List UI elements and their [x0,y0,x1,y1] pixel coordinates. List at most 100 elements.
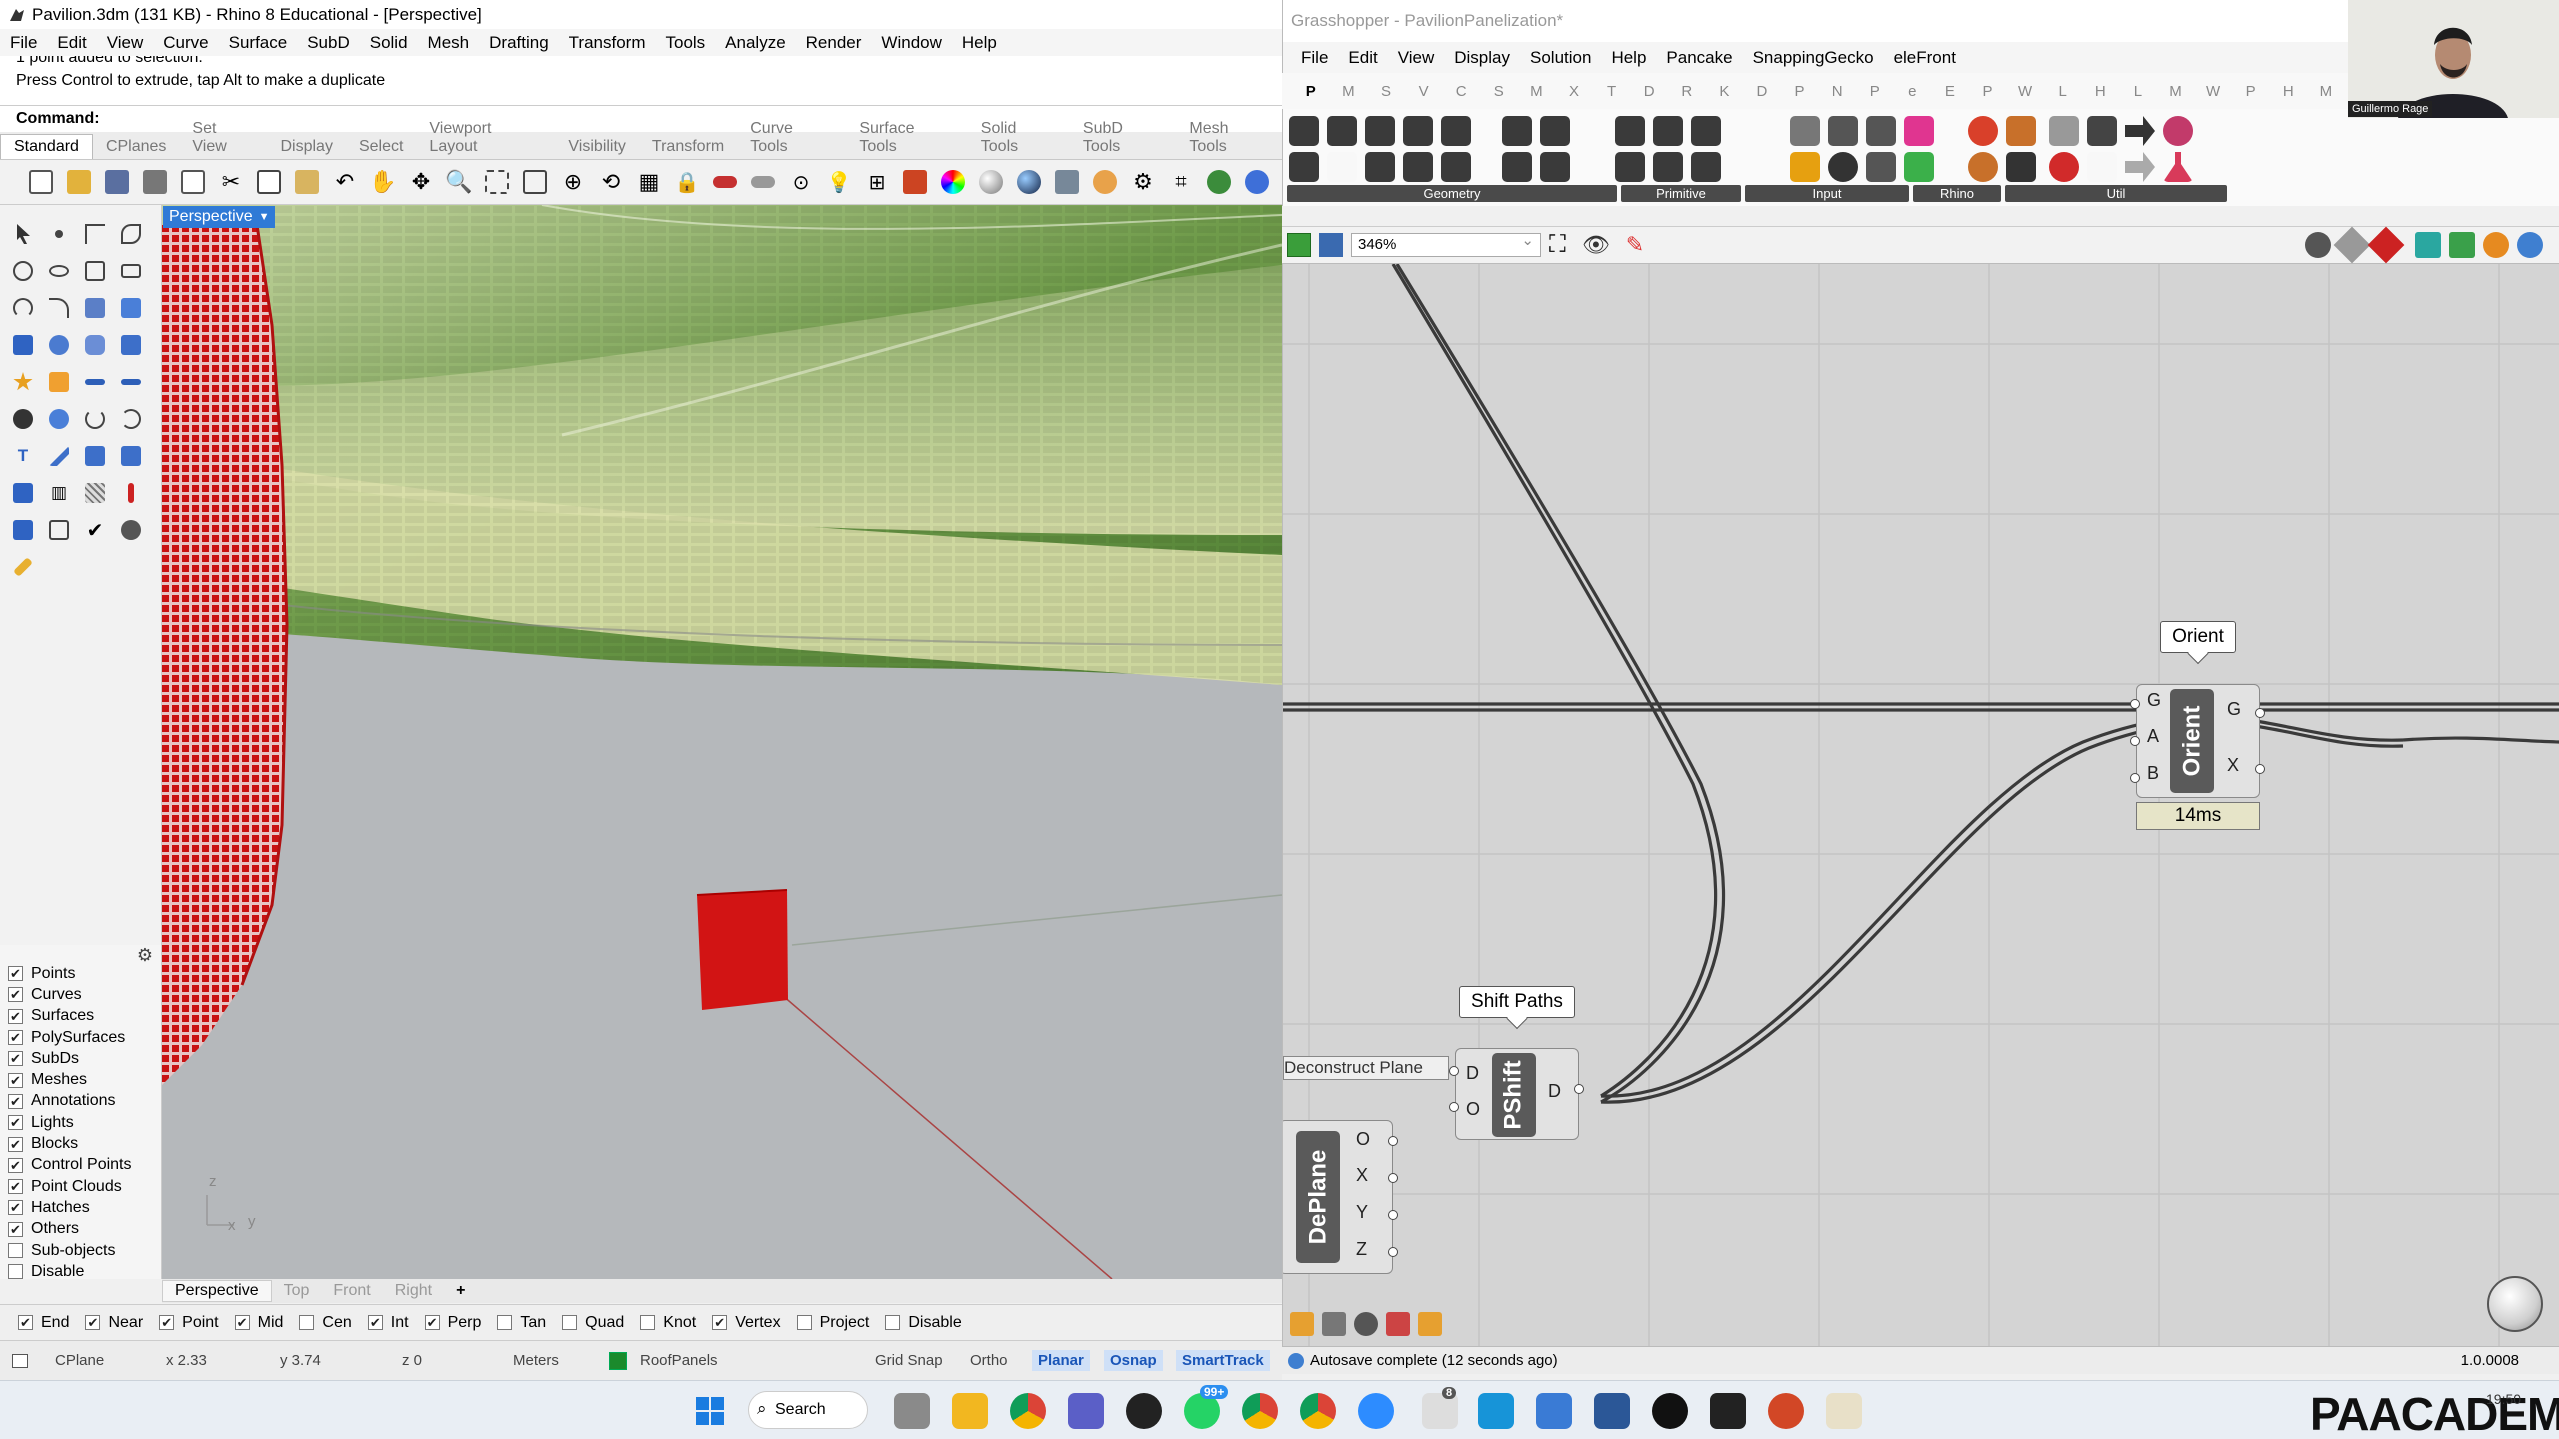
osnap-checkbox[interactable]: ✔ [424,1315,440,1330]
file-explorer-icon[interactable] [952,1393,988,1429]
unreal-icon[interactable] [1652,1393,1688,1429]
rhino-menu-surface[interactable]: Surface [219,33,298,53]
gh-category-tab[interactable]: P [2232,83,2270,100]
zoom-icon[interactable]: 🔍 [440,164,478,200]
layer-row[interactable]: ✔ SubDs [0,1048,161,1069]
gh-category-tab[interactable]: S [1367,83,1405,100]
component-icon[interactable] [2006,116,2036,146]
tab-set-view[interactable]: Set View [179,120,267,159]
notes-icon[interactable] [1826,1393,1862,1429]
layer-row[interactable]: ✔ Meshes [0,1069,161,1090]
viewport-tab-top[interactable]: Top [272,1282,322,1300]
gh-category-tab[interactable]: H [2081,83,2119,100]
shift-grip-out-d[interactable] [1574,1084,1584,1094]
text-icon[interactable]: T [8,443,38,469]
osnap-checkbox[interactable] [299,1315,315,1330]
chatgpt-icon[interactable] [1126,1393,1162,1429]
component-icon[interactable] [1502,152,1532,182]
deplane-grip-y[interactable] [1388,1210,1398,1220]
gh-category-tab[interactable]: L [2044,83,2082,100]
component-icon[interactable] [1615,116,1645,146]
teams-icon[interactable] [1068,1393,1104,1429]
component-icon[interactable] [1365,116,1395,146]
layer-row[interactable]: ✔ Lights [0,1112,161,1133]
deplane-grip-x[interactable] [1388,1173,1398,1183]
taskbar-search[interactable]: ⌕ Search [748,1391,868,1429]
viewport-title-tab[interactable]: Perspective ▼ [163,206,276,228]
hatch-icon[interactable] [80,480,110,506]
component-icon[interactable] [1828,152,1858,182]
display-2-icon[interactable] [2449,232,2475,258]
tab-curve-tools[interactable]: Curve Tools [737,120,846,159]
join-icon[interactable] [80,406,110,432]
osnap-checkbox[interactable] [796,1315,812,1330]
cluster-icon[interactable] [1322,1312,1346,1336]
osnap-item[interactable]: ✔ Vertex [712,1314,781,1332]
gh-category-tab[interactable]: H [2269,83,2307,100]
snap-icon[interactable] [1418,1312,1442,1336]
render-icon[interactable] [116,517,146,543]
grasshopper-canvas[interactable]: Orient G A B Orient G X 14ms Shift Paths… [1282,264,2559,1346]
component-icon[interactable] [1653,116,1683,146]
component-icon[interactable] [1289,152,1319,182]
dropdown-arrow-icon[interactable]: ▼ [259,211,270,223]
open-folder-icon[interactable] [60,164,98,200]
rhino-menu-window[interactable]: Window [871,33,951,53]
rhino-menu-edit[interactable]: Edit [47,33,96,53]
rhino-menu-help[interactable]: Help [952,33,1007,53]
layer-row[interactable]: ✔ Annotations [0,1091,161,1112]
display-3-icon[interactable] [2483,232,2509,258]
arc-icon[interactable] [8,295,38,321]
deplane-output-y[interactable]: Y [1356,1202,1368,1223]
layer-checkbox[interactable]: ✔ [8,1030,23,1046]
rotate-view-icon[interactable]: ✥ [402,164,440,200]
analyze-icon[interactable] [8,517,38,543]
bake-icon[interactable] [1290,1312,1314,1336]
ungroup-icon[interactable] [44,406,74,432]
tab-subd-tools[interactable]: SubD Tools [1070,120,1177,159]
viewport-tab-perspective[interactable]: Perspective [162,1280,272,1302]
osnap-item[interactable]: Disable [885,1314,962,1332]
rhino-menu-file[interactable]: File [0,33,47,53]
gh-category-tab[interactable]: X [1555,83,1593,100]
osnap-item[interactable]: ✔ Point [159,1314,219,1332]
orient-grip-b[interactable] [2130,773,2140,783]
gh-menu-view[interactable]: View [1388,48,1445,68]
layer-row[interactable]: Sub-objects [0,1240,161,1261]
osnap-checkbox[interactable] [497,1315,513,1330]
gh-category-tab[interactable]: P [1292,83,1330,100]
ribbon-group-util[interactable]: Util [2005,185,2227,202]
rhino-menu-solid[interactable]: Solid [360,33,418,53]
tab-standard[interactable]: Standard [0,134,93,159]
orient-input-a[interactable]: A [2147,726,2159,747]
ellipse-icon[interactable] [44,258,74,284]
rhino-app-icon[interactable]: 8 [1422,1387,1458,1429]
layer-checkbox[interactable] [8,1264,23,1280]
tab-visibility[interactable]: Visibility [555,138,639,159]
viewport-layout-icon[interactable]: ▦ [630,164,668,200]
trim-icon[interactable] [80,369,110,395]
gh-menu-help[interactable]: Help [1601,48,1656,68]
gh-category-tab[interactable]: P [1781,83,1819,100]
orient-output-x[interactable]: X [2227,755,2239,776]
shift-input-o[interactable]: O [1466,1099,1480,1120]
osnap-item[interactable]: ✔ Mid [234,1314,283,1332]
gh-category-tab[interactable]: K [1706,83,1744,100]
component-icon[interactable] [1904,116,1934,146]
orient-input-b[interactable]: B [2147,763,2159,784]
ribbon-group-geometry[interactable]: Geometry [1287,185,1617,202]
layer-row[interactable]: ✔ Point Clouds [0,1176,161,1197]
status-cplane[interactable]: CPlane [55,1352,104,1369]
deplane-grip-z[interactable] [1388,1247,1398,1257]
orient-grip-out-g[interactable] [2255,708,2265,718]
tab-transform[interactable]: Transform [639,138,737,159]
layer-checkbox[interactable]: ✔ [8,966,23,982]
mesh-icon[interactable] [8,480,38,506]
component-icon[interactable] [2163,116,2193,146]
ortho-toggle[interactable]: Ortho [970,1352,1008,1369]
car-icon[interactable] [706,164,744,200]
gh-category-tab[interactable]: C [1442,83,1480,100]
osnap-item[interactable]: ✔ Int [367,1314,409,1332]
start-button[interactable] [692,1393,728,1429]
app-m-icon[interactable] [1478,1393,1514,1429]
